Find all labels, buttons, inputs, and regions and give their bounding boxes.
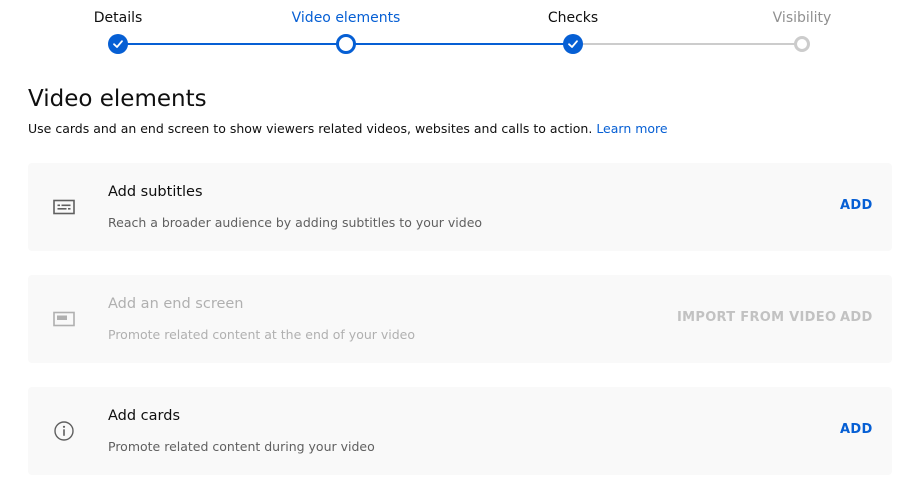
step-node-details[interactable]	[108, 34, 128, 54]
step-node-video-elements[interactable]	[336, 34, 356, 54]
card-add-end-screen: Add an end screen Promote related conten…	[28, 275, 892, 363]
stepper-track-done	[346, 43, 573, 45]
upload-stepper: Details Video elements Checks Visibility	[0, 0, 923, 60]
page-title: Video elements	[28, 86, 207, 112]
card-description: Promote related content at the end of yo…	[108, 327, 416, 342]
add-end-screen-button[interactable]: ADD	[840, 310, 873, 325]
end-screen-icon	[52, 308, 76, 330]
add-subtitles-button[interactable]: ADD	[840, 198, 873, 213]
step-label-video-elements[interactable]: Video elements	[292, 10, 401, 26]
subtitle-text: Use cards and an end screen to show view…	[28, 121, 593, 136]
card-add-subtitles: Add subtitles Reach a broader audience b…	[28, 163, 892, 251]
page-subtitle: Use cards and an end screen to show view…	[28, 121, 668, 136]
card-title: Add subtitles	[108, 184, 203, 200]
card-title: Add an end screen	[108, 296, 244, 312]
check-icon	[568, 40, 578, 48]
step-label-checks[interactable]: Checks	[548, 10, 598, 26]
stepper-track-done	[118, 43, 346, 45]
check-icon	[113, 40, 123, 48]
card-title: Add cards	[108, 408, 181, 424]
import-from-video-button[interactable]: IMPORT FROM VIDEO	[677, 310, 836, 325]
add-cards-button[interactable]: ADD	[840, 422, 873, 437]
card-description: Reach a broader audience by adding subti…	[108, 215, 483, 230]
step-node-visibility[interactable]	[794, 36, 810, 52]
info-icon	[52, 420, 76, 442]
step-label-details[interactable]: Details	[94, 10, 143, 26]
subtitles-icon	[52, 196, 76, 218]
card-description: Promote related content during your vide…	[108, 439, 375, 454]
card-add-cards: Add cards Promote related content during…	[28, 387, 892, 475]
step-label-visibility[interactable]: Visibility	[773, 10, 832, 26]
stepper-track-remaining	[573, 43, 802, 45]
step-node-checks[interactable]	[563, 34, 583, 54]
learn-more-link[interactable]: Learn more	[596, 121, 667, 136]
